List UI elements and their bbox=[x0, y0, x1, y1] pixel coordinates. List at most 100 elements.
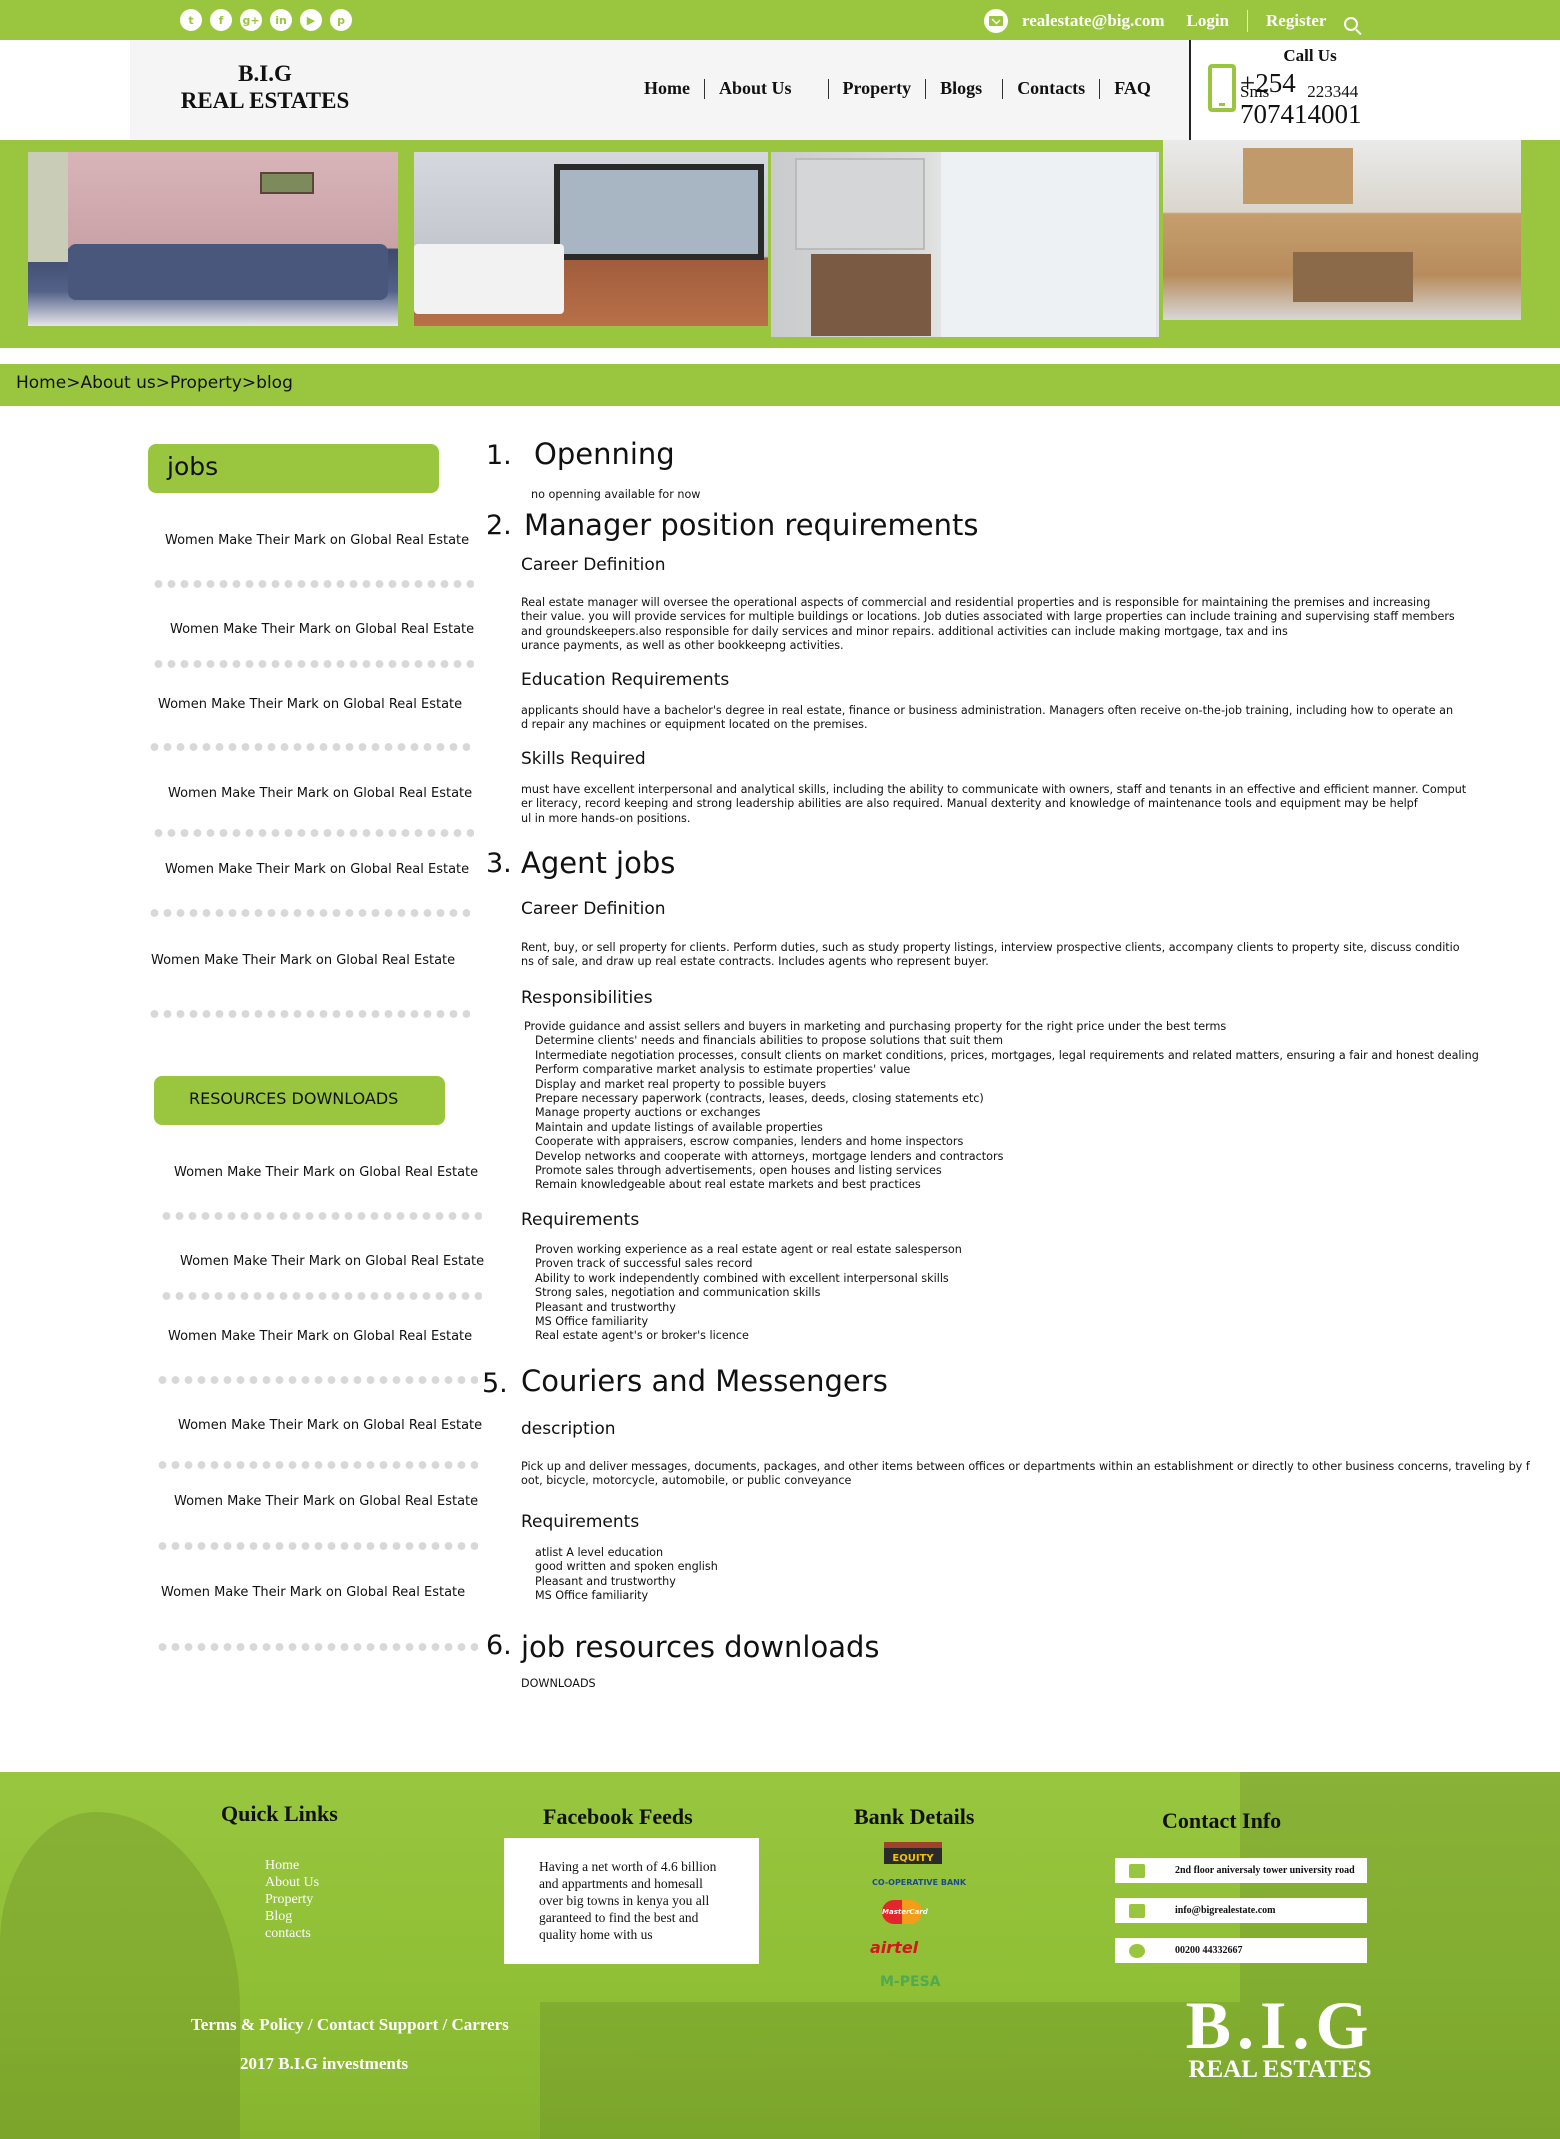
dotted-divider bbox=[160, 1211, 482, 1221]
dotted-divider bbox=[148, 1009, 470, 1019]
nav-blogs[interactable]: Blogs bbox=[926, 78, 1002, 99]
facebook-icon[interactable]: f bbox=[210, 9, 232, 31]
subheading-requirements: Requirements bbox=[521, 1210, 640, 1230]
footer-link-home[interactable]: Home bbox=[265, 1857, 319, 1874]
call-us-block: Call Us +254 707414001 Sms 223344 bbox=[1240, 46, 1380, 129]
quick-links-title: Quick Links bbox=[221, 1801, 338, 1826]
sidebar-resource-link[interactable]: Women Make Their Mark on Global Real Est… bbox=[161, 1585, 465, 1600]
subheading-skills: Skills Required bbox=[521, 749, 646, 769]
subheading-responsibilities: Responsibilities bbox=[521, 988, 653, 1008]
footer-link-contacts[interactable]: contacts bbox=[265, 1925, 319, 1942]
google-plus-icon[interactable]: g+ bbox=[240, 9, 262, 31]
bank-details-title: Bank Details bbox=[854, 1804, 975, 1829]
telephone-icon bbox=[1129, 1943, 1145, 1958]
section-number: 3. bbox=[486, 848, 512, 879]
sidebar-resource-link[interactable]: Women Make Their Mark on Global Real Est… bbox=[174, 1494, 478, 1509]
manager-skills-text: must have excellent interpersonal and an… bbox=[521, 783, 1467, 825]
divider bbox=[1247, 10, 1249, 32]
terms-links[interactable]: Terms & Policy / Contact Support / Carre… bbox=[191, 2015, 509, 2035]
search-icon[interactable] bbox=[1344, 17, 1359, 31]
top-account-links: realestate@big.com Login Register bbox=[984, 8, 1359, 34]
sidebar-job-link[interactable]: Women Make Their Mark on Global Real Est… bbox=[151, 953, 455, 968]
twitter-icon[interactable]: t bbox=[180, 9, 202, 31]
subheading-description: description bbox=[521, 1419, 616, 1439]
kitchen-photo[interactable] bbox=[1163, 140, 1521, 320]
main-nav: Home About Us Property Blogs Contacts FA… bbox=[630, 78, 1165, 99]
dotted-divider bbox=[156, 1642, 478, 1652]
nav-about-us[interactable]: About Us bbox=[705, 78, 828, 99]
sidebar-job-link[interactable]: Women Make Their Mark on Global Real Est… bbox=[165, 862, 469, 877]
subheading-career-definition: Career Definition bbox=[521, 899, 666, 919]
mail-icon bbox=[984, 9, 1008, 33]
dotted-divider bbox=[152, 659, 474, 669]
manager-education-text: applicants should have a bachelor's degr… bbox=[521, 704, 1454, 732]
section-number: 5. bbox=[482, 1368, 508, 1399]
dotted-divider bbox=[160, 1291, 482, 1301]
footer-logo-line1: B.I.G bbox=[1185, 1987, 1375, 2063]
contact-phone[interactable]: 00200 44332667 bbox=[1115, 1938, 1367, 1963]
sidebar-job-link[interactable]: Women Make Their Mark on Global Real Est… bbox=[158, 697, 462, 712]
cooperative-bank-logo: CO-OPERATIVE BANK bbox=[872, 1878, 967, 1887]
section-title-opening: Openning bbox=[534, 437, 675, 471]
dotted-divider bbox=[156, 1375, 478, 1385]
dotted-divider bbox=[156, 1541, 478, 1551]
property-gallery bbox=[0, 140, 1560, 348]
sidebar-resource-link[interactable]: Women Make Their Mark on Global Real Est… bbox=[168, 1329, 472, 1344]
contact-info-title: Contact Info bbox=[1162, 1808, 1282, 1833]
footer-link-about[interactable]: About Us bbox=[265, 1874, 319, 1891]
subheading-requirements: Requirements bbox=[521, 1512, 640, 1532]
sidebar-job-link[interactable]: Women Make Their Mark on Global Real Est… bbox=[165, 533, 469, 548]
footer-logo-line2: REAL ESTATES bbox=[1188, 2056, 1372, 2083]
dotted-divider bbox=[152, 828, 474, 838]
agent-career-text: Rent, buy, or sell property for clients.… bbox=[521, 941, 1460, 969]
social-links: t f g+ in ▶ p bbox=[180, 9, 352, 31]
subheading-career-definition: Career Definition bbox=[521, 555, 666, 575]
login-link[interactable]: Login bbox=[1186, 11, 1229, 31]
nav-contacts[interactable]: Contacts bbox=[1003, 78, 1099, 99]
site-logo[interactable]: B.I.G REAL ESTATES bbox=[130, 60, 400, 114]
footer-link-blog[interactable]: Blog bbox=[265, 1908, 319, 1925]
quick-links: Home About Us Property Blog contacts bbox=[265, 1857, 319, 1942]
section-number: 2. bbox=[486, 510, 512, 541]
sidebar-resource-link[interactable]: Women Make Their Mark on Global Real Est… bbox=[180, 1254, 484, 1269]
bedroom-photo[interactable] bbox=[414, 152, 768, 326]
jobs-heading: jobs bbox=[148, 444, 439, 493]
couriers-description-text: Pick up and deliver messages, documents,… bbox=[521, 1460, 1530, 1488]
linkedin-icon[interactable]: in bbox=[270, 9, 292, 31]
youtube-icon[interactable]: ▶ bbox=[300, 9, 322, 31]
opening-text: no openning available for now bbox=[531, 488, 701, 501]
dotted-divider bbox=[152, 579, 474, 589]
phone-icon bbox=[1208, 64, 1236, 112]
location-icon bbox=[1129, 1863, 1145, 1878]
footer-logo: B.I.G REAL ESTATES bbox=[1180, 1987, 1380, 2083]
couriers-requirements-list: atlist A level education good written an… bbox=[535, 1546, 718, 1603]
nav-property[interactable]: Property bbox=[829, 78, 926, 99]
downloads-link[interactable]: DOWNLOADS bbox=[521, 1677, 596, 1691]
sidebar-resource-link[interactable]: Women Make Their Mark on Global Real Est… bbox=[178, 1418, 482, 1433]
airtel-money-logo: airtel bbox=[870, 1938, 919, 1957]
phone-number[interactable]: +254 707414001 bbox=[1240, 68, 1380, 130]
nav-faq[interactable]: FAQ bbox=[1100, 78, 1165, 99]
mail-icon bbox=[1129, 1903, 1145, 1918]
sidebar-resource-link[interactable]: Women Make Their Mark on Global Real Est… bbox=[174, 1165, 478, 1180]
agent-requirements-list: Proven working experience as a real esta… bbox=[535, 1243, 962, 1343]
section-title-manager: Manager position requirements bbox=[524, 508, 979, 542]
bathroom-photo[interactable] bbox=[771, 152, 1159, 337]
sidebar-job-link[interactable]: Women Make Their Mark on Global Real Est… bbox=[168, 786, 472, 801]
living-room-photo[interactable] bbox=[28, 152, 398, 326]
call-us-title: Call Us bbox=[1283, 46, 1337, 65]
copyright: 2017 B.I.G investments bbox=[240, 2054, 409, 2073]
header-divider bbox=[1189, 40, 1191, 140]
nav-home[interactable]: Home bbox=[630, 78, 704, 99]
pinterest-icon[interactable]: p bbox=[330, 9, 352, 31]
facebook-feed-box: Having a net worth of 4.6 billion and ap… bbox=[504, 1838, 759, 1964]
logo-line1: B.I.G bbox=[238, 61, 292, 86]
register-link[interactable]: Register bbox=[1266, 11, 1326, 31]
contact-address: 2nd floor aniversaly tower university ro… bbox=[1115, 1858, 1367, 1883]
sidebar-job-link[interactable]: Women Make Their Mark on Global Real Est… bbox=[170, 622, 474, 637]
contact-email[interactable]: info@bigrealestate.com bbox=[1115, 1898, 1367, 1923]
subheading-education: Education Requirements bbox=[521, 670, 730, 690]
footer-link-property[interactable]: Property bbox=[265, 1891, 319, 1908]
email-link[interactable]: realestate@big.com bbox=[1022, 11, 1164, 31]
breadcrumb[interactable]: Home>About us>Property>blog bbox=[16, 373, 293, 393]
